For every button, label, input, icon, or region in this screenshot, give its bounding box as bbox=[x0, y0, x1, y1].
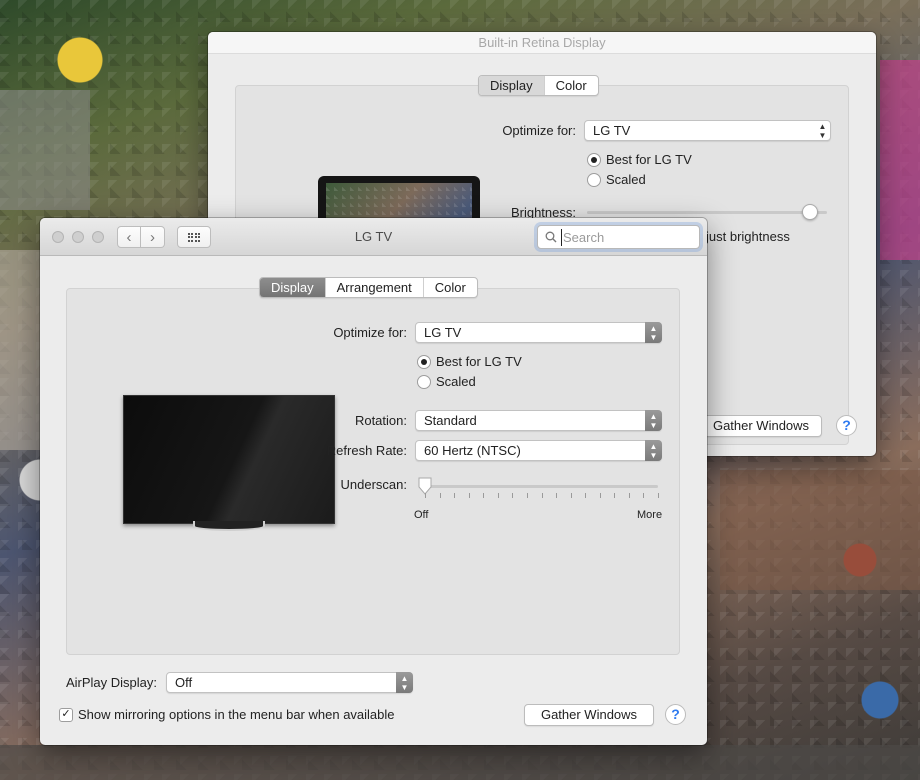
up-down-arrows-icon: ▲ ▼ bbox=[645, 440, 662, 461]
settings-panel bbox=[66, 288, 680, 655]
magnifier-icon bbox=[545, 231, 557, 243]
slider-tick bbox=[541, 493, 543, 498]
optimize-popup[interactable]: LG TV ▲ ▼ bbox=[415, 322, 662, 343]
tv-image bbox=[123, 395, 335, 524]
tab-color[interactable]: Color bbox=[543, 76, 598, 95]
tab-display[interactable]: Display bbox=[479, 76, 544, 95]
radio-scaled[interactable]: Scaled bbox=[417, 374, 476, 389]
wallpaper-building bbox=[880, 60, 920, 260]
radio-selected-icon bbox=[417, 354, 431, 369]
mirroring-checkbox[interactable]: ✓ Show mirroring options in the menu bar… bbox=[59, 707, 395, 722]
radio-unselected-icon bbox=[417, 374, 431, 389]
optimize-value: LG TV bbox=[424, 325, 462, 340]
rotation-popup[interactable]: Standard ▲ ▼ bbox=[415, 410, 662, 431]
slider-tick bbox=[628, 493, 630, 498]
slider-tick bbox=[614, 493, 616, 498]
slider-tick bbox=[425, 493, 426, 498]
search-field[interactable] bbox=[537, 225, 700, 249]
help-button[interactable]: ? bbox=[665, 704, 686, 725]
underscan-min-label: Off bbox=[414, 509, 429, 521]
tab-bar: Display Color bbox=[478, 75, 599, 96]
underscan-label: Underscan: bbox=[340, 477, 407, 492]
auto-brightness-text: just brightness bbox=[706, 229, 790, 244]
radio-selected-icon bbox=[587, 152, 601, 167]
radio-scaled[interactable]: Scaled bbox=[587, 172, 646, 187]
underscan-slider[interactable] bbox=[425, 485, 658, 488]
radio-label: Best for LG TV bbox=[436, 354, 522, 369]
up-down-arrows-icon: ▲ ▼ bbox=[645, 322, 662, 343]
slider-tick bbox=[526, 493, 528, 498]
optimize-popup[interactable]: LG TV ▲ ▼ bbox=[584, 120, 831, 141]
wallpaper-building bbox=[0, 90, 90, 210]
slider-tick bbox=[497, 493, 499, 498]
title-bar: ‹ › LG TV bbox=[40, 218, 707, 256]
radio-best-for-tv[interactable]: Best for LG TV bbox=[417, 354, 522, 369]
up-down-arrows-icon: ▲ ▼ bbox=[645, 410, 662, 431]
tv-stand-image bbox=[193, 521, 265, 531]
slider-tick bbox=[585, 493, 587, 498]
radio-label: Best for LG TV bbox=[606, 152, 692, 167]
slider-tick bbox=[599, 493, 601, 498]
airplay-value: Off bbox=[175, 675, 193, 690]
wallpaper-street bbox=[0, 745, 920, 780]
airplay-popup[interactable]: Off ▲ ▼ bbox=[166, 672, 413, 693]
gather-windows-button[interactable]: Gather Windows bbox=[524, 704, 654, 726]
slider-tick bbox=[658, 493, 659, 498]
tab-arrangement[interactable]: Arrangement bbox=[324, 278, 423, 297]
rotation-value: Standard bbox=[424, 413, 477, 428]
slider-tick bbox=[643, 493, 645, 498]
optimize-label: Optimize for: bbox=[502, 123, 576, 138]
wallpaper-street bbox=[720, 470, 920, 590]
checkmark-icon: ✓ bbox=[59, 707, 73, 722]
slider-tick bbox=[556, 493, 558, 498]
radio-label: Scaled bbox=[606, 172, 646, 187]
mirroring-label: Show mirroring options in the menu bar w… bbox=[78, 707, 395, 722]
refresh-rate-value: 60 Hertz (NTSC) bbox=[424, 443, 521, 458]
tab-color[interactable]: Color bbox=[422, 278, 477, 297]
tab-bar: Display Arrangement Color bbox=[259, 277, 478, 298]
up-down-arrows-icon: ▲ ▼ bbox=[818, 121, 827, 140]
refresh-rate-label: Refresh Rate: bbox=[326, 443, 407, 458]
slider-tick bbox=[468, 493, 470, 498]
slider-tick bbox=[454, 493, 456, 498]
gather-windows-button[interactable]: Gather Windows bbox=[700, 415, 822, 437]
slider-tick bbox=[512, 493, 514, 498]
wallpaper-building bbox=[0, 250, 40, 450]
window-title: Built-in Retina Display bbox=[208, 32, 876, 54]
lg-tv-display-window[interactable]: ‹ › LG TV Display Arrangement Color bbox=[40, 218, 707, 745]
radio-unselected-icon bbox=[587, 172, 601, 187]
brightness-slider[interactable] bbox=[587, 211, 827, 214]
up-down-arrows-icon: ▲ ▼ bbox=[396, 672, 413, 693]
radio-best-for-tv[interactable]: Best for LG TV bbox=[587, 152, 692, 167]
optimize-value: LG TV bbox=[593, 123, 631, 138]
tab-display[interactable]: Display bbox=[260, 278, 325, 297]
airplay-label: AirPlay Display: bbox=[65, 675, 157, 690]
slider-tick bbox=[570, 493, 572, 498]
slider-tick bbox=[483, 493, 485, 498]
rotation-label: Rotation: bbox=[354, 413, 407, 428]
radio-label: Scaled bbox=[436, 374, 476, 389]
underscan-max-label: More bbox=[637, 509, 663, 521]
optimize-label: Optimize for: bbox=[333, 325, 407, 340]
help-button[interactable]: ? bbox=[836, 415, 857, 436]
slider-tick bbox=[439, 493, 441, 498]
refresh-rate-popup[interactable]: 60 Hertz (NTSC) ▲ ▼ bbox=[415, 440, 662, 461]
search-input[interactable] bbox=[561, 228, 691, 246]
